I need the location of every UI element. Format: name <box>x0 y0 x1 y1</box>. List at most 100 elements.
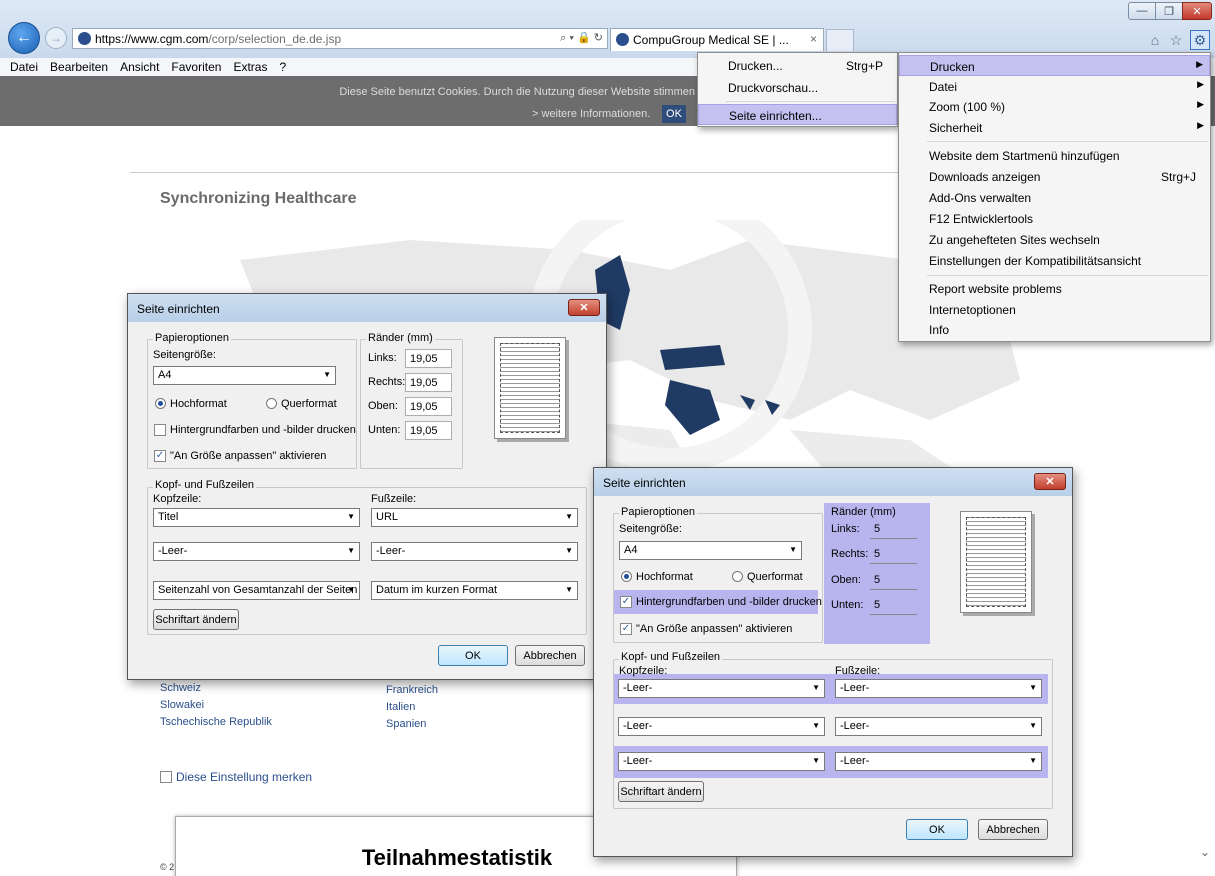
header-select-1[interactable]: Titel <box>153 508 360 527</box>
header-select-1[interactable]: -Leer- <box>618 679 825 698</box>
menu-ansicht[interactable]: Ansicht <box>114 58 165 76</box>
right-margin-input[interactable]: 19,05 <box>405 373 452 392</box>
country-link[interactable]: Schweiz <box>160 680 272 697</box>
menu-item-internet-options[interactable]: Internetoptionen <box>899 299 1210 320</box>
address-bar[interactable]: https://www.cgm.com/corp/selection_de.de… <box>72 28 608 49</box>
minimize-button[interactable]: — <box>1128 2 1156 20</box>
menu-item-print[interactable]: Drucken... Strg+P <box>698 55 897 76</box>
tab-close-icon[interactable]: × <box>810 32 817 46</box>
left-margin-input[interactable]: 5 <box>870 520 917 539</box>
paper-options-label: Papieroptionen <box>619 506 698 518</box>
left-margin-input[interactable]: 19,05 <box>405 349 452 368</box>
footer-select-2[interactable]: -Leer- <box>371 542 578 561</box>
cookie-ok-button[interactable]: OK <box>662 105 686 123</box>
menu-item-info[interactable]: Info <box>899 319 1210 340</box>
footer-select-2[interactable]: -Leer- <box>835 717 1042 736</box>
country-link[interactable]: Tschechische Republik <box>160 714 272 731</box>
menu-item-compat-view[interactable]: Einstellungen der Kompatibilitätsansicht <box>899 250 1210 271</box>
fit-checkbox[interactable]: ✓ "An Größe anpassen" aktivieren <box>154 450 326 462</box>
header-label: Kopfzeile: <box>153 493 202 505</box>
header-select-2[interactable]: -Leer- <box>618 717 825 736</box>
footer-select-1[interactable]: URL <box>371 508 578 527</box>
menu-item-add-startmenu[interactable]: Website dem Startmenü hinzufügen <box>899 145 1210 166</box>
menu-help[interactable]: ? <box>273 58 292 76</box>
ok-button[interactable]: OK <box>906 819 968 840</box>
change-font-button[interactable]: Schriftart ändern <box>618 781 704 802</box>
country-link[interactable]: Frankreich <box>386 682 438 699</box>
menu-favoriten[interactable]: Favoriten <box>165 58 227 76</box>
paper-size-select[interactable]: A4 <box>153 366 336 385</box>
landscape-radio[interactable]: Querformat <box>266 398 337 410</box>
country-link[interactable]: Slowakei <box>160 697 272 714</box>
maximize-button[interactable]: ❐ <box>1155 2 1183 20</box>
menu-item-datei[interactable]: Datei ▶ <box>899 76 1210 97</box>
bottom-margin-input[interactable]: 5 <box>870 596 917 615</box>
tools-menu: Drucken ▶ Datei ▶ Zoom (100 %) ▶ Sicherheit… <box>898 52 1211 342</box>
header-select-2[interactable]: -Leer- <box>153 542 360 561</box>
remember-setting[interactable]: Diese Einstellung merken <box>160 770 312 784</box>
menu-item-zoom[interactable]: Zoom (100 %) ▶ <box>899 96 1210 117</box>
paper-size-select[interactable]: A4 <box>619 541 802 560</box>
menu-item-drucken[interactable]: Drucken ▶ <box>899 55 1210 76</box>
favorites-star-icon[interactable]: ☆ <box>1168 32 1184 48</box>
submenu-arrow-icon: ▶ <box>1197 79 1204 89</box>
site-globe-icon <box>78 32 91 45</box>
back-button[interactable]: ← <box>8 22 40 54</box>
margins-label: Ränder (mm) <box>831 506 896 518</box>
menu-item-pinned-sites[interactable]: Zu angehefteten Sites wechseln <box>899 229 1210 250</box>
footer-select-1[interactable]: -Leer- <box>835 679 1042 698</box>
tab-title: CompuGroup Medical SE | ... <box>633 33 789 47</box>
browser-tab[interactable]: CompuGroup Medical SE | ... × <box>610 28 824 51</box>
header-select-3[interactable]: Seitenzahl von Gesamtanzahl der Seiten <box>153 581 360 600</box>
cancel-button[interactable]: Abbrechen <box>978 819 1048 840</box>
dialog-close-button[interactable]: ✕ <box>1034 473 1066 490</box>
top-margin-input[interactable]: 19,05 <box>405 397 452 416</box>
menu-item-page-setup[interactable]: Seite einrichten... <box>698 104 897 125</box>
cancel-button[interactable]: Abbrechen <box>515 645 585 666</box>
portrait-radio[interactable]: Hochformat <box>621 571 693 583</box>
footer-select-3[interactable]: Datum im kurzen Format <box>371 581 578 600</box>
address-tools-icons[interactable]: ⌕ ▾ 🔒 ↻ <box>560 31 607 46</box>
close-window-button[interactable]: ✕ <box>1182 2 1212 20</box>
header-select-3[interactable]: -Leer- <box>618 752 825 771</box>
bg-print-checkbox[interactable]: ✓ Hintergrundfarben und -bilder drucken <box>620 596 822 608</box>
menu-item-downloads[interactable]: Downloads anzeigen Strg+J <box>899 166 1210 187</box>
forward-button[interactable]: → <box>45 27 67 49</box>
landscape-radio[interactable]: Querformat <box>732 571 803 583</box>
menu-item-report-problems[interactable]: Report website problems <box>899 278 1210 299</box>
header-label: Kopfzeile: <box>619 665 668 677</box>
menu-bearbeiten[interactable]: Bearbeiten <box>44 58 114 76</box>
new-tab-button[interactable] <box>826 29 854 51</box>
country-link[interactable]: Spanien <box>386 716 438 733</box>
menu-datei[interactable]: Datei <box>4 58 44 76</box>
bottom-margin-label: Unten: <box>368 424 401 436</box>
menu-item-devtools[interactable]: F12 Entwicklertools <box>899 208 1210 229</box>
footer-select-3[interactable]: -Leer- <box>835 752 1042 771</box>
home-icon[interactable]: ⌂ <box>1147 32 1163 48</box>
country-link[interactable]: Italien <box>386 699 438 716</box>
submenu-arrow-icon: ▶ <box>1197 120 1204 130</box>
dialog-close-button[interactable]: ✕ <box>568 299 600 316</box>
fit-checkbox[interactable]: ✓ "An Größe anpassen" aktivieren <box>620 623 792 635</box>
cookie-more-link[interactable]: > weitere Informationen. <box>532 108 650 120</box>
portrait-radio[interactable]: Hochformat <box>155 398 227 410</box>
menu-item-addons[interactable]: Add-Ons verwalten <box>899 187 1210 208</box>
top-margin-label: Oben: <box>831 574 861 586</box>
bg-print-checkbox[interactable]: Hintergrundfarben und -bilder drucken <box>154 424 356 436</box>
change-font-button[interactable]: Schriftart ändern <box>153 609 239 630</box>
bottom-margin-label: Unten: <box>831 599 864 611</box>
right-margin-input[interactable]: 5 <box>870 545 917 564</box>
minimize-icon: — <box>1136 5 1148 17</box>
menu-extras[interactable]: Extras <box>227 58 273 76</box>
menu-item-print-preview[interactable]: Druckvorschau... <box>698 77 897 98</box>
menu-item-sicherheit[interactable]: Sicherheit ▶ <box>899 117 1210 138</box>
url-path: /corp/selection_de.de.jsp <box>208 31 342 46</box>
left-margin-label: Links: <box>368 352 397 364</box>
tools-gear-icon[interactable]: ⚙ <box>1190 30 1210 50</box>
top-margin-input[interactable]: 5 <box>870 571 917 590</box>
remember-checkbox[interactable] <box>160 771 172 783</box>
scroll-down-icon[interactable]: ⌄ <box>1200 845 1210 859</box>
ok-button[interactable]: OK <box>438 645 508 666</box>
bottom-margin-input[interactable]: 19,05 <box>405 421 452 440</box>
radio-on-icon <box>155 398 166 409</box>
